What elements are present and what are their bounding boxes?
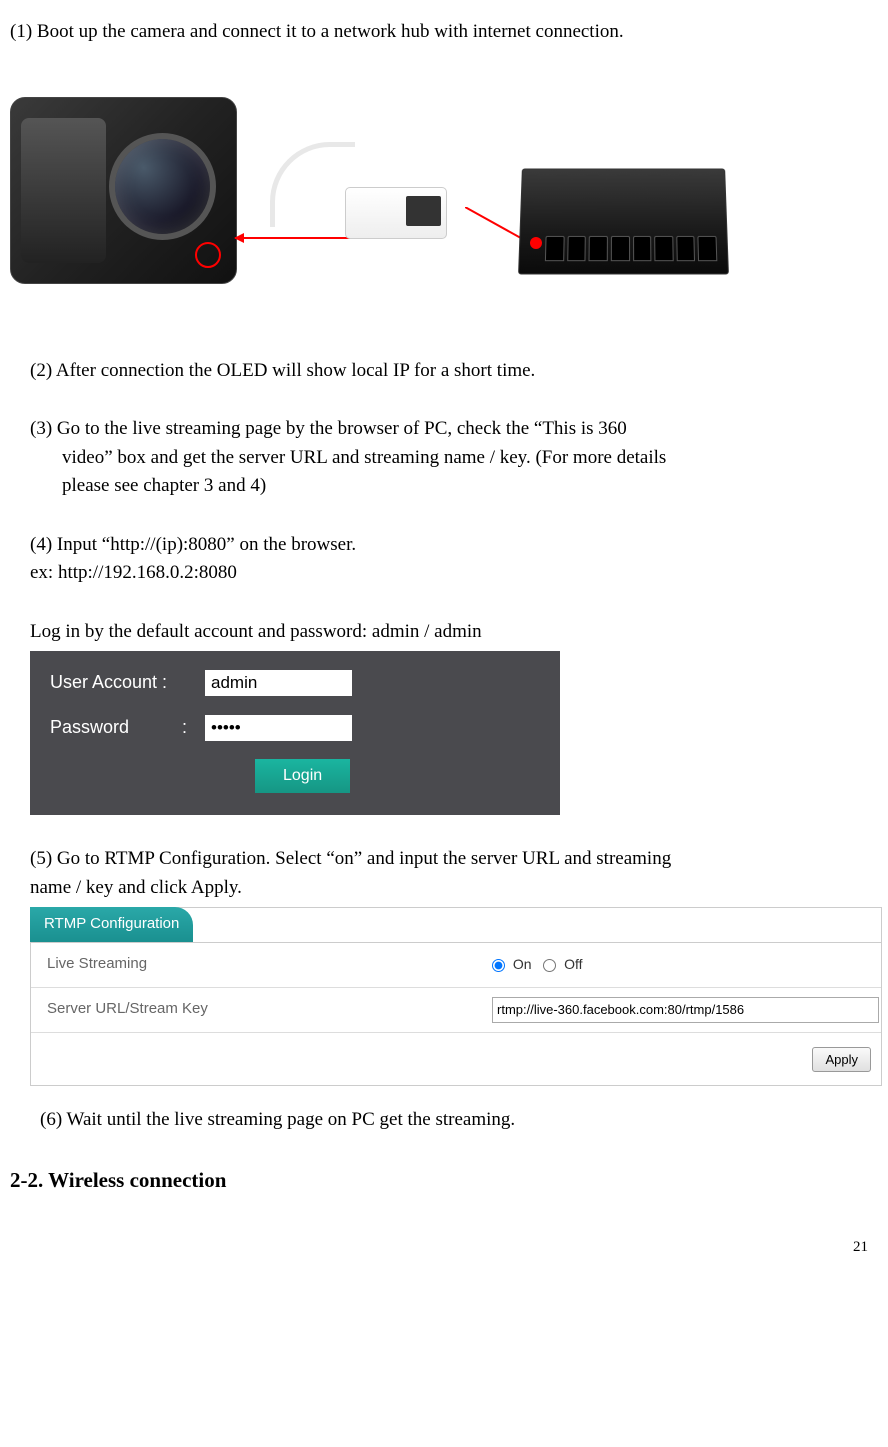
user-account-input[interactable] (205, 670, 352, 696)
step-5-line-1: (5) Go to RTMP Configuration. Select “on… (30, 848, 671, 869)
live-streaming-label: Live Streaming (31, 953, 492, 976)
server-url-label: Server URL/Stream Key (31, 998, 492, 1021)
user-account-label: User Account : (50, 669, 205, 696)
step-4-text: (4) Input “http://(ip):8080” on the brow… (30, 531, 873, 560)
step-3-line-2: video” box and get the server URL and st… (30, 444, 873, 473)
step-5-text: (5) Go to RTMP Configuration. Select “on… (30, 845, 873, 902)
login-panel: User Account : Password : Login (30, 651, 560, 815)
live-streaming-off-radio[interactable] (543, 959, 556, 972)
page-number: 21 (10, 1236, 873, 1259)
hardware-connection-figure (10, 97, 873, 307)
step-5-line-2: name / key and click Apply. (30, 877, 242, 898)
apply-button[interactable]: Apply (812, 1047, 871, 1072)
step-3-line-3: please see chapter 3 and 4) (30, 472, 873, 501)
live-streaming-on-option[interactable]: On (492, 956, 535, 972)
on-label-text: On (513, 956, 532, 972)
step-4-example-text: ex: http://192.168.0.2:8080 (30, 559, 873, 588)
step-1-text: (1) Boot up the camera and connect it to… (10, 18, 873, 47)
password-label: Password : (50, 714, 205, 741)
step-3-text: (3) Go to the live streaming page by the… (30, 415, 873, 501)
live-streaming-off-option[interactable]: Off (543, 956, 582, 972)
off-label-text: Off (564, 956, 582, 972)
section-heading-wireless: 2-2. Wireless connection (10, 1165, 873, 1197)
rtmp-header-tab: RTMP Configuration (30, 907, 193, 942)
password-input[interactable] (205, 715, 352, 741)
camera-port-highlight-icon (195, 242, 221, 268)
rtmp-configuration-panel: RTMP Configuration Live Streaming On Off… (30, 907, 882, 1086)
server-url-input[interactable] (492, 997, 879, 1023)
network-switch-image (518, 168, 729, 274)
step-2-text: (2) After connection the OLED will show … (30, 357, 873, 386)
step-3-line-1: (3) Go to the live streaming page by the… (30, 415, 873, 444)
live-streaming-on-radio[interactable] (492, 959, 505, 972)
password-colon: : (182, 714, 187, 741)
ethernet-adapter-image (270, 137, 480, 287)
login-button[interactable]: Login (255, 759, 350, 793)
switch-port-highlight-icon (530, 237, 542, 249)
login-hint-text: Log in by the default account and passwo… (30, 618, 873, 647)
password-label-text: Password (50, 717, 129, 737)
step-6-text: (6) Wait until the live streaming page o… (40, 1106, 873, 1135)
